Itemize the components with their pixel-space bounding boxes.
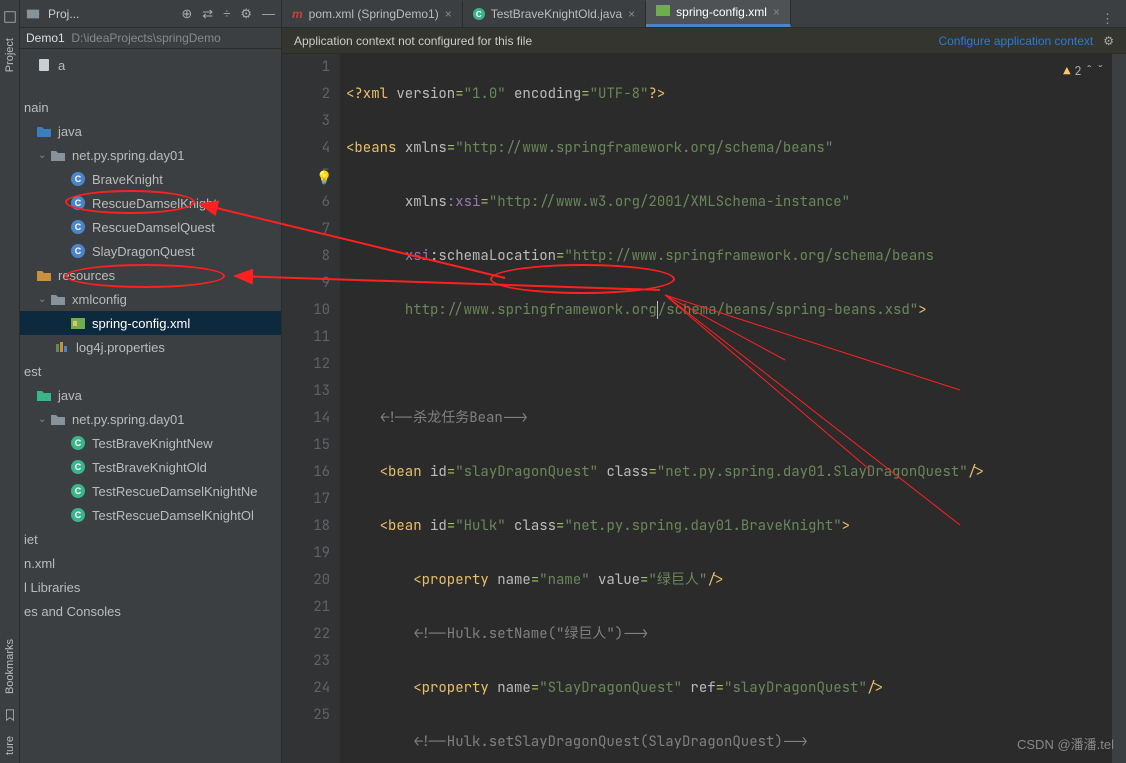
- expand-all-icon[interactable]: ⇄: [202, 6, 213, 22]
- chevron-up-icon[interactable]: ˆ: [1086, 58, 1093, 85]
- bulb-icon[interactable]: 💡: [316, 164, 332, 191]
- project-icon: [26, 7, 40, 21]
- code-content[interactable]: <?xml version="1.0" encoding="UTF-8"?> <…: [340, 54, 1126, 763]
- tree-libraries[interactable]: l Libraries: [20, 575, 281, 599]
- tree-class-braveknight[interactable]: CBraveKnight: [20, 167, 281, 191]
- settings-icon[interactable]: ⚙: [240, 6, 252, 22]
- warning-badge[interactable]: ▲2ˆˇ: [1063, 58, 1104, 85]
- tree-consoles[interactable]: es and Consoles: [20, 599, 281, 623]
- bookmarks-tool-label[interactable]: Bookmarks: [4, 639, 16, 694]
- tree-package[interactable]: ⌄net.py.spring.day01: [20, 143, 281, 167]
- warning-icon: ▲: [1063, 58, 1070, 85]
- tree-file-log4j[interactable]: log4j.properties: [20, 335, 281, 359]
- project-title: Proj...: [48, 7, 79, 21]
- notice-bar: Application context not configured for t…: [282, 28, 1126, 54]
- tree-class-slaydragonquest[interactable]: CSlayDragonQuest: [20, 239, 281, 263]
- configure-context-link[interactable]: Configure application context: [938, 34, 1093, 48]
- gear-icon[interactable]: ⚙: [1103, 34, 1114, 48]
- editor-scrollbar[interactable]: [1112, 54, 1126, 763]
- tab-testbraveknight[interactable]: CTestBraveKnightOld.java×: [463, 1, 646, 27]
- code-editor[interactable]: 1234567891011121314151617181920212223242…: [282, 54, 1126, 763]
- tree-class-test4[interactable]: CTestRescueDamselKnightOl: [20, 503, 281, 527]
- tree-folder-java-test[interactable]: java: [20, 383, 281, 407]
- hide-icon[interactable]: —: [262, 6, 275, 22]
- project-panel: Proj... ⊕ ⇄ ÷ ⚙ — Demo1 D:\ideaProjects\…: [20, 0, 282, 763]
- select-opened-icon[interactable]: ⊕: [181, 6, 192, 22]
- close-icon[interactable]: ×: [445, 7, 452, 21]
- project-tree[interactable]: a nain java ⌄net.py.spring.day01 CBraveK…: [20, 49, 281, 763]
- project-toolbar: Proj... ⊕ ⇄ ÷ ⚙ —: [20, 0, 281, 28]
- tree-class-test2[interactable]: CTestBraveKnightOld: [20, 455, 281, 479]
- tree-item[interactable]: a: [20, 53, 281, 77]
- breadcrumb-path: D:\ideaProjects\springDemo: [71, 31, 220, 45]
- tree-class-test3[interactable]: CTestRescueDamselKnightNe: [20, 479, 281, 503]
- tree-class-test1[interactable]: CTestBraveKnightNew: [20, 431, 281, 455]
- breadcrumb: Demo1 D:\ideaProjects\springDemo: [20, 28, 281, 49]
- tree-folder-test[interactable]: est: [20, 359, 281, 383]
- editor-area: mpom.xml (SpringDemo1)× CTestBraveKnight…: [282, 0, 1126, 763]
- tree-folder-main[interactable]: nain: [20, 95, 281, 119]
- gutter: 1234567891011121314151617181920212223242…: [282, 54, 340, 763]
- tree-folder-xmlconfig[interactable]: ⌄xmlconfig: [20, 287, 281, 311]
- tree-package-test[interactable]: ⌄net.py.spring.day01: [20, 407, 281, 431]
- side-rail: Project Bookmarks ture: [0, 0, 20, 763]
- tree-class-rescuedamselknight[interactable]: CRescueDamselKnight: [20, 191, 281, 215]
- more-tabs-icon[interactable]: ⋮: [1089, 11, 1126, 27]
- tree-class-rescuedamselquest[interactable]: CRescueDamselQuest: [20, 215, 281, 239]
- tree-folder-java[interactable]: java: [20, 119, 281, 143]
- bookmarks-icon[interactable]: [3, 708, 17, 722]
- project-tool-label[interactable]: Project: [4, 38, 16, 72]
- breadcrumb-project: Demo1: [26, 31, 65, 45]
- tab-spring-config[interactable]: spring-config.xml×: [646, 0, 791, 27]
- tree-file-spring-config[interactable]: spring-config.xml: [20, 311, 281, 335]
- collapse-all-icon[interactable]: ÷: [223, 6, 230, 22]
- close-icon[interactable]: ×: [773, 5, 780, 19]
- watermark: CSDN @潘潘.tel: [1017, 734, 1114, 753]
- close-icon[interactable]: ×: [628, 7, 635, 21]
- tree-item[interactable]: iet: [20, 527, 281, 551]
- notice-text: Application context not configured for t…: [294, 34, 532, 48]
- tab-pom[interactable]: mpom.xml (SpringDemo1)×: [282, 1, 463, 27]
- tree-folder-resources[interactable]: resources: [20, 263, 281, 287]
- project-tool-icon[interactable]: [3, 10, 17, 24]
- structure-tool-label[interactable]: ture: [4, 736, 16, 755]
- editor-tabs: mpom.xml (SpringDemo1)× CTestBraveKnight…: [282, 0, 1126, 28]
- chevron-down-icon[interactable]: ˇ: [1097, 58, 1104, 85]
- tree-file-nxml[interactable]: n.xml: [20, 551, 281, 575]
